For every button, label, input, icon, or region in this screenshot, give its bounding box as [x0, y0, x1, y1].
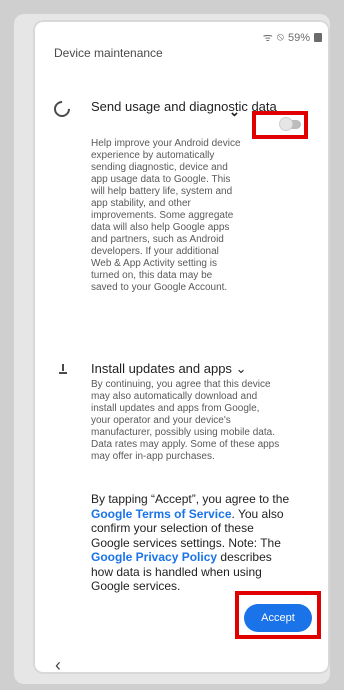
- usage-toggle[interactable]: [280, 118, 301, 130]
- chevron-down-icon[interactable]: ⌄: [229, 104, 240, 120]
- battery-percent: 59%: [287, 31, 310, 44]
- terms-link[interactable]: Google Terms of Service: [91, 507, 232, 521]
- updates-description: By continuing, you agree that this devic…: [91, 379, 280, 462]
- privacy-link[interactable]: Google Privacy Policy: [91, 550, 217, 564]
- screen-title: Device maintenance: [54, 46, 163, 60]
- toggle-knob: [280, 118, 292, 130]
- back-button[interactable]: ‹: [55, 655, 61, 676]
- consent-part-1: By tapping “Accept”, you agree to the: [91, 492, 290, 506]
- accept-button[interactable]: Accept: [244, 604, 312, 632]
- dnd-icon: ⦸: [276, 31, 284, 43]
- updates-title[interactable]: Install updates and apps ⌄: [91, 361, 246, 377]
- consent-text: By tapping “Accept”, you agree to the Go…: [91, 492, 291, 594]
- download-icon: [58, 364, 68, 376]
- wifi-icon: ᯤ: [262, 32, 273, 44]
- updates-title-label: Install updates and apps: [91, 361, 232, 376]
- chevron-down-icon: ⌄: [235, 361, 247, 376]
- battery-icon: [314, 33, 322, 42]
- usage-title[interactable]: Send usage and diagnostic data: [91, 99, 277, 114]
- status-bar: ᯤ ⦸ 59%: [263, 30, 322, 45]
- usage-description: Help improve your Android device experie…: [91, 138, 241, 293]
